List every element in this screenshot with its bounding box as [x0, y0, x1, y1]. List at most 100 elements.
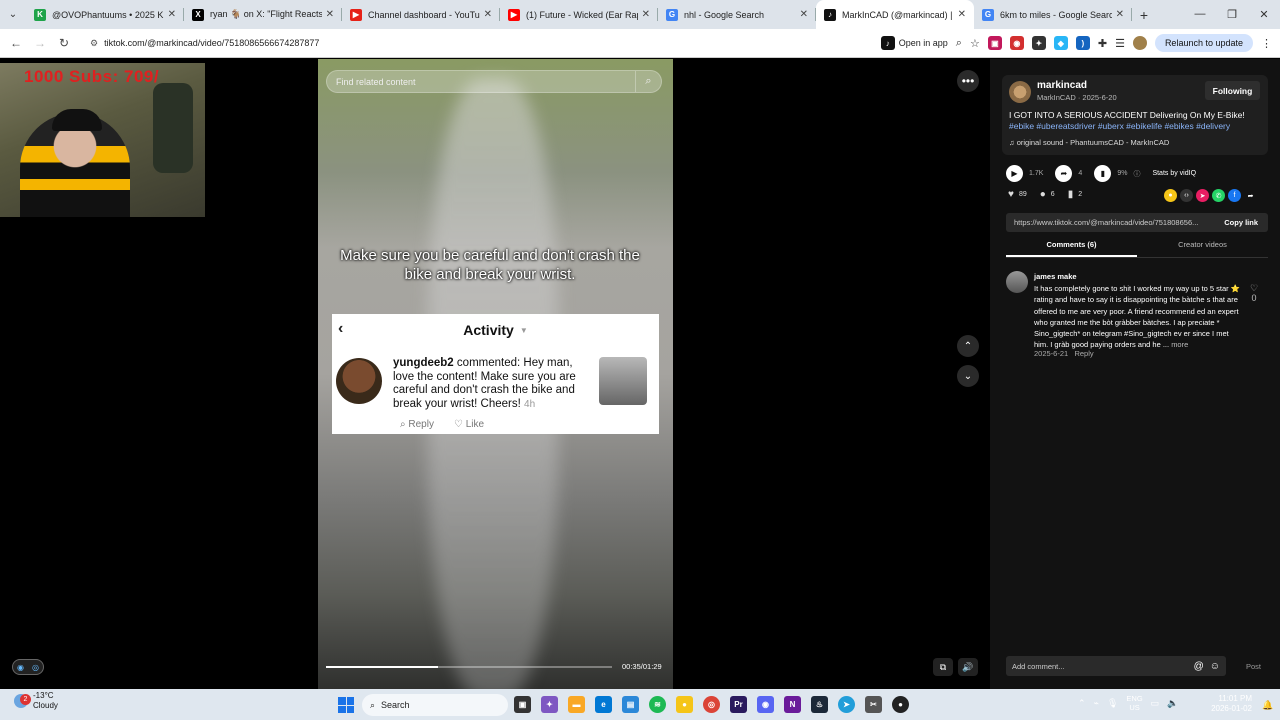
app-icon[interactable]: ●	[676, 696, 693, 713]
zoom-icon[interactable]: ⌕	[956, 37, 962, 50]
obs-icon[interactable]: ●	[892, 696, 909, 713]
tab-creator-videos[interactable]: Creator videos	[1137, 240, 1268, 257]
add-comment-input[interactable]: Add comment... @ ☺	[1006, 656, 1226, 676]
whatsapp-icon[interactable]: ✆	[1212, 189, 1225, 202]
commenter-avatar[interactable]	[1006, 271, 1028, 293]
send-icon[interactable]: ➤	[1196, 189, 1209, 202]
youtube-icon: ▶	[508, 8, 520, 21]
next-video-button[interactable]: ⌄	[957, 365, 979, 387]
spotify-icon[interactable]: ≋	[649, 696, 666, 713]
browser-tab[interactable]: G 6km to miles - Google Search ✕	[974, 0, 1132, 29]
taskbar-clock[interactable]: 11:01 PM 2026-01-02	[1208, 694, 1252, 714]
browser-tab[interactable]: Xryan 🐐 on X: "Flight Reacts is c ✕	[184, 0, 342, 29]
browser-tab[interactable]: ▶ (1) Future - Wicked (Ear Rape) ✕	[500, 0, 658, 29]
embed-icon[interactable]: ‹›	[1180, 189, 1193, 202]
system-tray: ⌃ ⌁ 🎙 ENG US ▭ 🔈	[1078, 694, 1178, 712]
edge-icon[interactable]: e	[595, 696, 612, 713]
taskbar-search[interactable]: ⌕ Search	[362, 694, 508, 716]
copilot-icon[interactable]: ✦	[541, 696, 558, 713]
emoji-icon[interactable]: ☺	[1210, 661, 1220, 672]
sound-info[interactable]: ♫ original sound - PhantuumsCAD - MarkIn…	[1009, 138, 1169, 147]
close-window-button[interactable]: ✕	[1248, 8, 1280, 21]
extension-icon[interactable]: ✦	[1031, 36, 1046, 50]
task-view-icon[interactable]: ▣	[514, 696, 531, 713]
video-link[interactable]: https://www.tiktok.com/@markincad/video/…	[1014, 218, 1209, 227]
forward-button[interactable]: →	[28, 36, 52, 50]
extension-icon[interactable]: ◉	[1009, 36, 1024, 50]
open-in-app-button[interactable]: ♪ Open in app	[880, 36, 948, 50]
snipping-tool-icon[interactable]: ✂	[865, 696, 882, 713]
pip-icon[interactable]: ⧉	[933, 658, 953, 676]
volume-mute-icon[interactable]: 🔈	[1167, 698, 1178, 709]
browser-tab[interactable]: ♪ MarkInCAD (@markincad) | Tik ✕	[816, 0, 974, 29]
notepad-icon[interactable]: ▤	[622, 696, 639, 713]
bookmark-star-icon[interactable]: ☆	[970, 37, 980, 50]
copy-link-button[interactable]: Copy link	[1224, 218, 1268, 227]
extension-icon[interactable]: )	[1075, 36, 1090, 50]
browser-tab[interactable]: K @OVOPhantuums • 2025 KICK ✕	[26, 0, 184, 29]
extension-icon[interactable]: ◆	[1053, 36, 1068, 50]
vidiq-toggle[interactable]: ◉ ◎	[12, 659, 44, 675]
comment-icon[interactable]: ●	[1040, 189, 1046, 200]
commenter-name[interactable]: james make	[1034, 272, 1077, 281]
video-progress-bar[interactable]	[326, 666, 612, 668]
site-info-icon[interactable]: ⚙	[90, 38, 98, 49]
close-tab-icon[interactable]: ✕	[1116, 9, 1124, 20]
new-tab-button[interactable]: +	[1132, 7, 1156, 23]
wifi-off-icon[interactable]: ⌁	[1094, 698, 1099, 709]
chrome-icon[interactable]: ◎	[703, 696, 720, 713]
close-tab-icon[interactable]: ✕	[642, 9, 650, 20]
language-indicator[interactable]: ENG US	[1126, 694, 1142, 712]
back-button[interactable]: ←	[4, 36, 28, 50]
creator-avatar[interactable]	[1009, 81, 1031, 103]
reading-list-icon[interactable]: ☰	[1115, 37, 1125, 50]
close-tab-icon[interactable]: ✕	[326, 9, 334, 20]
creator-username[interactable]: markincad	[1037, 80, 1087, 91]
extension-icon[interactable]: ▣	[987, 36, 1002, 50]
tab-search-dropdown[interactable]: ⌄	[0, 0, 26, 29]
premiere-icon[interactable]: Pr	[730, 696, 747, 713]
comment-reply-button[interactable]: Reply	[1074, 349, 1093, 358]
file-explorer-icon[interactable]: ▬	[568, 696, 585, 713]
telegram-icon[interactable]: ➤	[838, 696, 855, 713]
reload-button[interactable]: ↻	[52, 36, 76, 50]
display-icon[interactable]: ▭	[1151, 698, 1160, 709]
search-icon[interactable]: ⌕	[635, 71, 661, 92]
notification-bell-icon[interactable]: 🔔	[1262, 700, 1273, 711]
discord-icon[interactable]: ◉	[757, 696, 774, 713]
browser-tab[interactable]: ▶ Channel dashboard - YouTube ✕	[342, 0, 500, 29]
microphone-icon[interactable]: 🎙	[1107, 698, 1118, 709]
close-tab-icon[interactable]: ✕	[958, 9, 966, 20]
close-tab-icon[interactable]: ✕	[484, 9, 492, 20]
more-options-button[interactable]: •••	[957, 70, 979, 92]
address-bar[interactable]: ⚙ tiktok.com/@markincad/video/7518086566…	[82, 32, 842, 54]
steam-icon[interactable]: ♨	[811, 696, 828, 713]
like-heart-icon[interactable]: ♥	[1008, 189, 1014, 200]
tab-comments[interactable]: Comments (6)	[1006, 240, 1137, 257]
next-app-icon[interactable]: N	[784, 696, 801, 713]
following-button[interactable]: Following	[1205, 81, 1260, 100]
previous-video-button[interactable]: ⌃	[957, 335, 979, 357]
close-tab-icon[interactable]: ✕	[800, 9, 808, 20]
bookmark-icon[interactable]: ▮	[1068, 189, 1074, 200]
more-menu-icon[interactable]: ⋮	[1261, 37, 1272, 50]
browser-tab[interactable]: Gnhl - Google Search ✕	[658, 0, 816, 29]
coin-icon[interactable]: ●	[1164, 189, 1177, 202]
comment-more-link[interactable]: more	[1171, 340, 1188, 349]
start-button[interactable]	[338, 697, 354, 713]
close-tab-icon[interactable]: ✕	[168, 9, 176, 20]
hashtags[interactable]: #ebike #ubereatsdriver #uberx #ebikelife…	[1009, 121, 1230, 131]
facebook-icon[interactable]: f	[1228, 189, 1241, 202]
minimize-button[interactable]: —	[1184, 8, 1216, 21]
extensions-puzzle-icon[interactable]: ✚	[1098, 37, 1107, 50]
profile-avatar[interactable]	[1132, 36, 1147, 50]
relaunch-button[interactable]: Relaunch to update	[1154, 34, 1253, 52]
comment-like[interactable]: ♡ 0	[1250, 283, 1258, 303]
mention-icon[interactable]: @	[1194, 661, 1204, 672]
restore-button[interactable]: ❐	[1216, 8, 1248, 21]
volume-icon[interactable]: 🔊	[958, 658, 978, 676]
post-button[interactable]: Post	[1246, 662, 1261, 671]
find-related-search[interactable]: Find related content ⌕	[326, 70, 662, 93]
share-more-icon[interactable]: ➦	[1244, 189, 1257, 202]
chevron-up-icon[interactable]: ⌃	[1078, 698, 1086, 709]
